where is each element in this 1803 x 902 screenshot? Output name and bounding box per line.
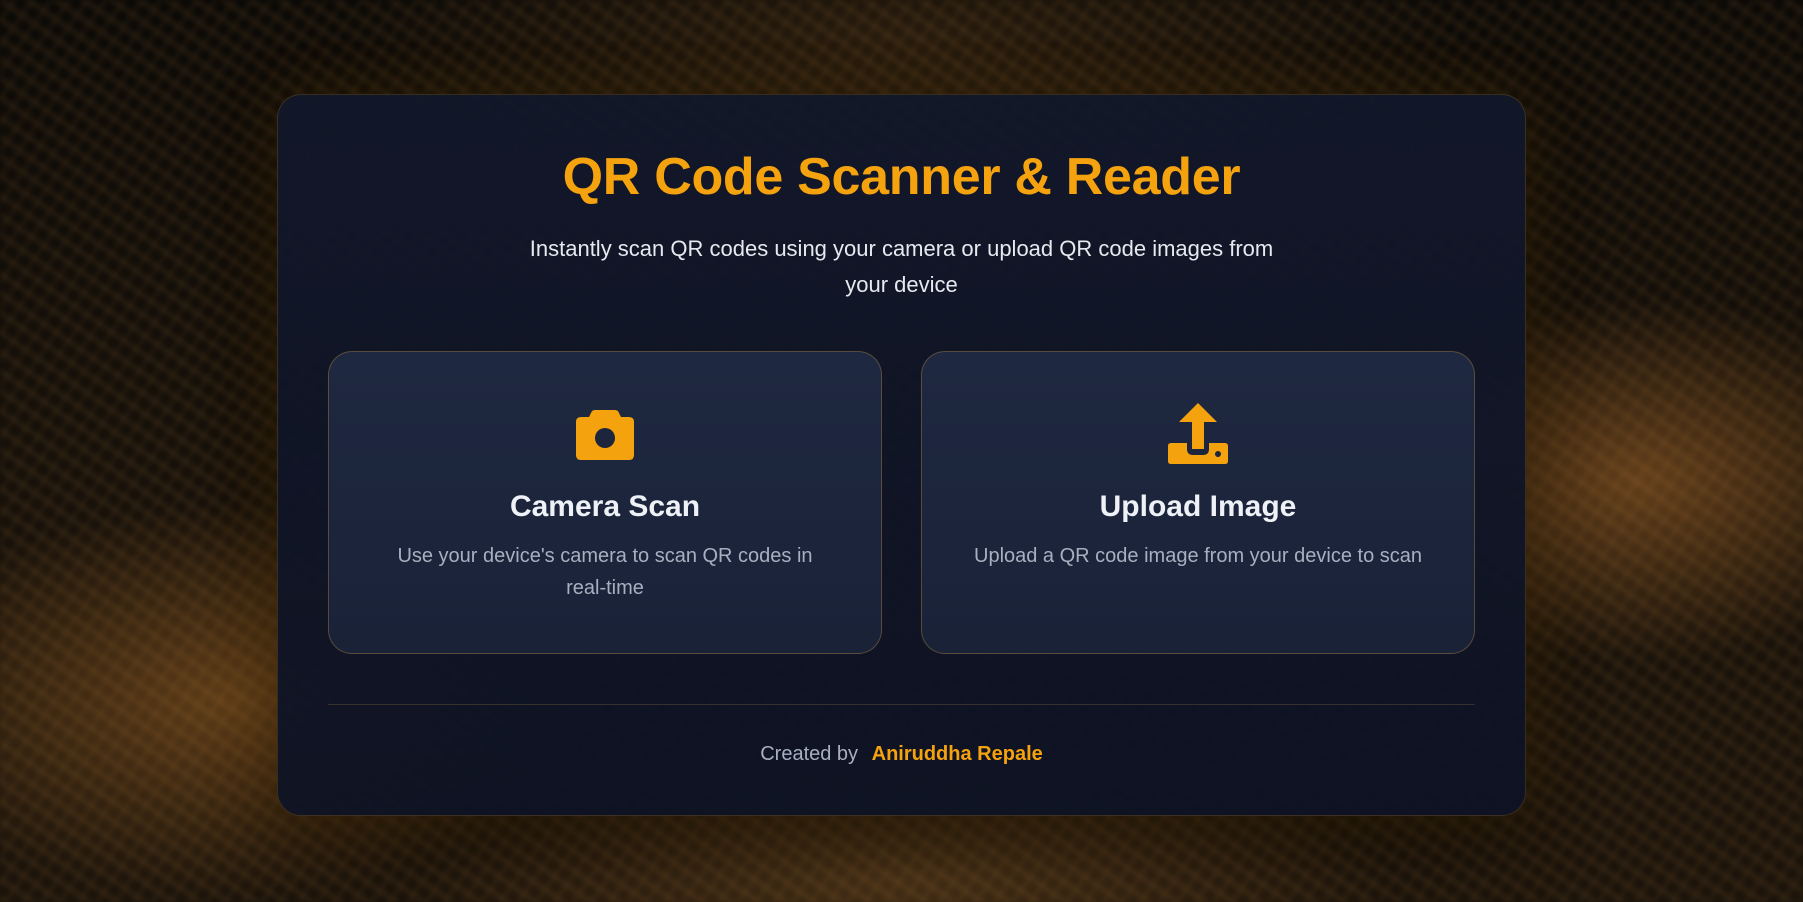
upload-image-description: Upload a QR code image from your device … (974, 545, 1422, 567)
page-subtitle: Instantly scan QR codes using your camer… (529, 236, 1274, 297)
camera-scan-description: Use your device's camera to scan QR code… (397, 545, 813, 599)
upload-image-title: Upload Image (1099, 490, 1297, 523)
footer-divider (328, 704, 1475, 705)
upload-image-option[interactable]: Upload Image Upload a QR code image from… (921, 351, 1475, 654)
created-by-label: Created by (760, 743, 859, 765)
page-title: QR Code Scanner & Reader (562, 148, 1241, 206)
upload-icon (922, 402, 1474, 466)
main-card: QR Code Scanner & Reader Instantly scan … (277, 94, 1526, 816)
camera-icon (329, 402, 881, 466)
footer: Created by Aniruddha Repale (278, 743, 1525, 766)
author-link[interactable]: Aniruddha Repale (872, 743, 1043, 765)
camera-scan-title: Camera Scan (509, 490, 701, 523)
camera-scan-option[interactable]: Camera Scan Use your device's camera to … (328, 351, 882, 654)
